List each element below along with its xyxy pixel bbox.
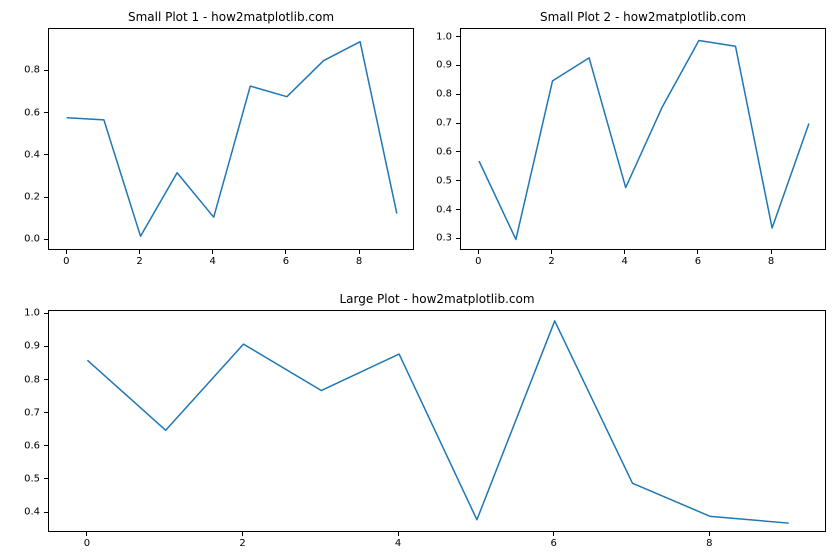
x-tick-mark bbox=[478, 250, 479, 254]
y-tick-mark bbox=[44, 412, 48, 413]
x-tick-mark bbox=[624, 250, 625, 254]
x-tick-label: 0 bbox=[475, 256, 481, 267]
x-tick-label: 4 bbox=[622, 256, 628, 267]
plot-area bbox=[48, 28, 414, 250]
x-tick-label: 6 bbox=[551, 538, 557, 549]
y-tick-mark bbox=[456, 123, 460, 124]
y-tick-mark bbox=[44, 379, 48, 380]
y-tick-label: 0.8 bbox=[422, 89, 452, 100]
x-tick-label: 4 bbox=[210, 256, 216, 267]
x-tick-label: 4 bbox=[395, 538, 401, 549]
axes-small-plot-2: Small Plot 2 - how2matplotlib.com 024680… bbox=[460, 28, 826, 250]
y-tick-label: 0.9 bbox=[422, 60, 452, 71]
x-tick-label: 2 bbox=[548, 256, 554, 267]
chart-title: Small Plot 2 - how2matplotlib.com bbox=[460, 10, 826, 24]
y-tick-label: 0.5 bbox=[10, 473, 40, 484]
y-tick-label: 1.0 bbox=[422, 31, 452, 42]
y-tick-mark bbox=[44, 445, 48, 446]
line-series bbox=[49, 29, 415, 251]
y-tick-mark bbox=[456, 94, 460, 95]
y-tick-mark bbox=[44, 112, 48, 113]
x-tick-mark bbox=[285, 250, 286, 254]
plot-area bbox=[48, 310, 826, 532]
y-tick-label: 0.6 bbox=[10, 107, 40, 118]
x-tick-mark bbox=[212, 250, 213, 254]
y-tick-mark bbox=[44, 313, 48, 314]
x-tick-mark bbox=[359, 250, 360, 254]
y-tick-mark bbox=[44, 154, 48, 155]
x-tick-label: 8 bbox=[706, 538, 712, 549]
y-tick-mark bbox=[456, 180, 460, 181]
axes-small-plot-1: Small Plot 1 - how2matplotlib.com 024680… bbox=[48, 28, 414, 250]
y-tick-label: 0.2 bbox=[10, 192, 40, 203]
x-tick-label: 6 bbox=[283, 256, 289, 267]
y-tick-mark bbox=[44, 70, 48, 71]
axes-large-plot: Large Plot - how2matplotlib.com 024680.4… bbox=[48, 310, 826, 532]
x-tick-label: 2 bbox=[136, 256, 142, 267]
x-tick-mark bbox=[139, 250, 140, 254]
y-tick-label: 0.4 bbox=[10, 149, 40, 160]
x-tick-label: 8 bbox=[768, 256, 774, 267]
x-tick-label: 6 bbox=[695, 256, 701, 267]
x-tick-label: 0 bbox=[84, 538, 90, 549]
y-tick-label: 0.8 bbox=[10, 374, 40, 385]
x-tick-mark bbox=[697, 250, 698, 254]
figure: Small Plot 1 - how2matplotlib.com 0 2 4 6 8 0… bbox=[0, 0, 840, 560]
y-tick-mark bbox=[44, 239, 48, 240]
y-tick-label: 0.6 bbox=[10, 440, 40, 451]
x-tick-mark bbox=[242, 532, 243, 536]
x-tick-mark bbox=[66, 250, 67, 254]
y-tick-label: 0.7 bbox=[422, 118, 452, 129]
y-tick-label: 0.6 bbox=[422, 146, 452, 157]
chart-title: Small Plot 1 - how2matplotlib.com bbox=[48, 10, 414, 24]
y-tick-label: 0.7 bbox=[10, 407, 40, 418]
y-tick-label: 0.4 bbox=[422, 204, 452, 215]
y-tick-label: 0.3 bbox=[422, 233, 452, 244]
y-tick-mark bbox=[44, 512, 48, 513]
x-tick-label: 8 bbox=[356, 256, 362, 267]
y-tick-label: 0.9 bbox=[10, 341, 40, 352]
y-tick-label: 0.4 bbox=[10, 507, 40, 518]
plot-area bbox=[460, 28, 826, 250]
y-tick-mark bbox=[44, 346, 48, 347]
x-tick-mark bbox=[771, 250, 772, 254]
x-tick-label: 0 bbox=[63, 256, 69, 267]
x-tick-label: 2 bbox=[239, 538, 245, 549]
y-tick-label: 0.0 bbox=[10, 234, 40, 245]
y-tick-mark bbox=[456, 209, 460, 210]
y-tick-label: 0.8 bbox=[10, 65, 40, 76]
y-tick-mark bbox=[456, 151, 460, 152]
y-tick-mark bbox=[44, 197, 48, 198]
x-tick-mark bbox=[553, 532, 554, 536]
y-tick-label: 0.5 bbox=[422, 175, 452, 186]
y-tick-label: 1.0 bbox=[10, 308, 40, 319]
x-tick-mark bbox=[551, 250, 552, 254]
x-tick-mark bbox=[86, 532, 87, 536]
y-tick-mark bbox=[44, 478, 48, 479]
line-series bbox=[49, 311, 827, 533]
y-tick-mark bbox=[456, 238, 460, 239]
line-series bbox=[461, 29, 827, 251]
x-tick-mark bbox=[398, 532, 399, 536]
y-tick-mark bbox=[456, 36, 460, 37]
y-tick-mark bbox=[456, 65, 460, 66]
chart-title: Large Plot - how2matplotlib.com bbox=[48, 292, 826, 306]
x-tick-mark bbox=[709, 532, 710, 536]
